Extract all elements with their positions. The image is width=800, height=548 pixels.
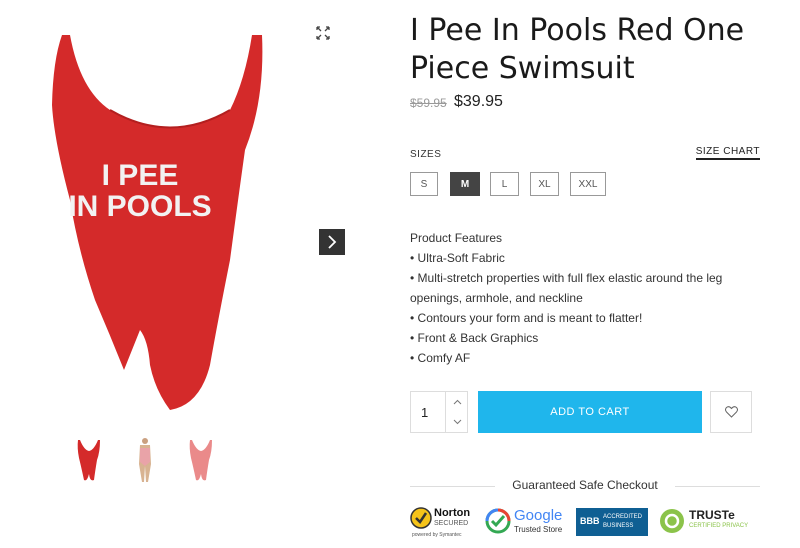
norton-powered: powered by Symantec — [412, 532, 462, 538]
quantity-decrease-button[interactable] — [446, 412, 469, 432]
quantity-increase-button[interactable] — [446, 392, 469, 412]
size-option-l[interactable]: L — [490, 172, 519, 196]
size-option-s[interactable]: S — [410, 172, 438, 196]
size-option-m[interactable]: M — [450, 172, 480, 196]
norton-badge: Norton SECURED powered by Symantec — [410, 504, 478, 542]
safe-checkout-heading: Guaranteed Safe Checkout — [410, 478, 760, 494]
expand-icon[interactable] — [314, 24, 332, 42]
old-price: $59.95 — [410, 96, 447, 110]
current-price: $39.95 — [454, 93, 503, 110]
next-image-button[interactable] — [319, 229, 345, 255]
image-text-line1: I PEE — [102, 159, 179, 192]
google-name: Google — [514, 507, 563, 524]
sizes-label: SIZES — [410, 149, 442, 160]
feature-item: • Ultra-Soft Fabric — [410, 251, 505, 265]
truste-name: TRUSTe — [689, 508, 735, 522]
google-check-icon — [485, 508, 511, 534]
feature-item: • Front & Back Graphics — [410, 331, 539, 345]
feature-item: • Comfy AF — [410, 351, 471, 365]
quantity-input[interactable]: 1 — [421, 405, 428, 420]
chevron-up-icon — [453, 399, 462, 405]
product-title: I Pee In Pools Red One Piece Swimsuit — [410, 13, 745, 86]
thumbnail-strip — [72, 436, 218, 484]
truste-logo-icon — [660, 509, 684, 533]
thumbnail-front[interactable] — [72, 436, 106, 484]
image-text-line2: IN POOLS — [68, 190, 211, 223]
bbb-badge: BBB ACCREDITED BUSINESS — [576, 508, 648, 536]
heart-icon — [724, 406, 738, 418]
bbb-logo: BBB — [580, 516, 600, 526]
norton-sub: SECURED — [434, 520, 469, 527]
google-trusted-badge: Google Trusted Store — [485, 504, 567, 542]
product-main-image[interactable]: I PEE IN POOLS — [40, 20, 300, 420]
wishlist-button[interactable] — [710, 391, 752, 433]
norton-check-icon — [410, 507, 432, 529]
chevron-down-icon — [453, 419, 462, 425]
norton-name: Norton — [434, 507, 471, 519]
bbb-line2: BUSINESS — [603, 523, 634, 529]
product-gallery: I PEE IN POOLS — [0, 0, 360, 548]
features-heading: Product Features — [410, 231, 503, 245]
size-option-xl[interactable]: XL — [530, 172, 559, 196]
thumbnail-back[interactable] — [184, 436, 218, 484]
quantity-buttons — [445, 392, 469, 432]
feature-item: • Contours your form and is meant to fla… — [410, 311, 643, 325]
thumbnail-model[interactable] — [128, 436, 162, 484]
safe-checkout-text: Guaranteed Safe Checkout — [512, 478, 658, 492]
chevron-right-icon — [328, 235, 337, 249]
trust-badges: Norton SECURED powered by Symantec Googl… — [410, 504, 760, 544]
google-sub: Trusted Store — [514, 525, 563, 534]
feature-item: • Multi-stretch properties with full fle… — [410, 271, 723, 305]
add-to-cart-button[interactable]: ADD TO CART — [478, 391, 702, 433]
truste-sub: CERTIFIED PRIVACY — [689, 523, 749, 529]
product-features: Product Features • Ultra-Soft Fabric • M… — [410, 228, 760, 368]
quantity-stepper: 1 — [410, 391, 468, 433]
bbb-line1: ACCREDITED — [603, 514, 643, 520]
truste-badge: TRUSTe CERTIFIED PRIVACY — [659, 504, 759, 542]
size-option-xxl[interactable]: XXL — [570, 172, 606, 196]
size-chart-link[interactable]: SIZE CHART — [695, 146, 760, 160]
